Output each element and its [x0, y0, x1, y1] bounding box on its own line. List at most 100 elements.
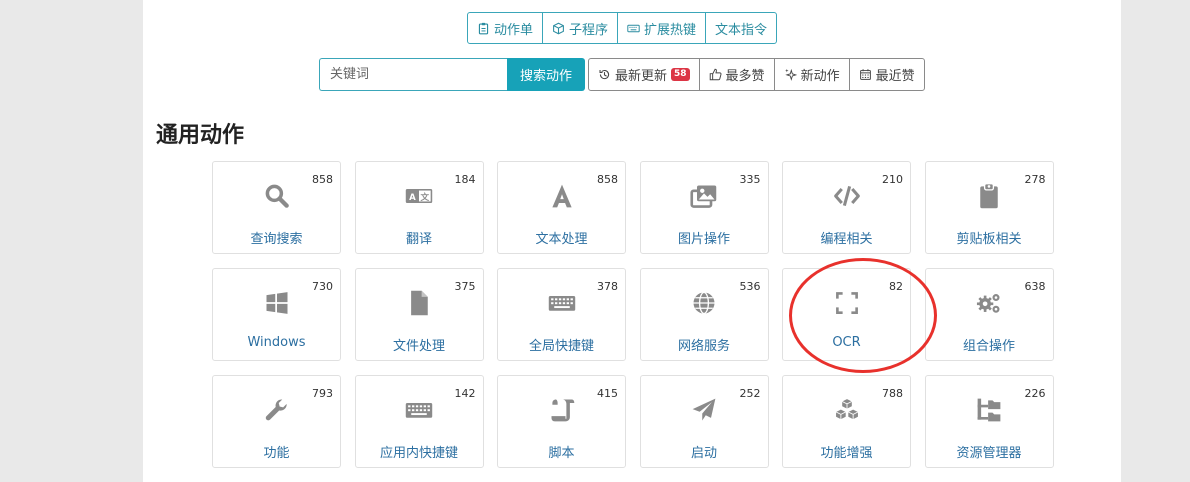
category-card-in-app-hotkeys[interactable]: 142 应用内快捷键: [354, 375, 484, 468]
category-card-text-processing[interactable]: 858 文本处理: [497, 161, 626, 254]
sort-filter-group: 最新更新 58 最多赞 新动作 最近赞: [588, 58, 925, 91]
filter-latest-updates[interactable]: 最新更新 58: [589, 59, 700, 90]
filter-label: 新动作: [800, 69, 840, 84]
category-card-windows[interactable]: 730 Windows: [212, 268, 341, 361]
category-label: 网络服务: [677, 339, 730, 354]
clipboard-icon: [478, 22, 489, 34]
font-icon: [547, 181, 577, 211]
action-count: 788: [882, 387, 903, 400]
category-label: 图片操作: [677, 232, 730, 247]
filter-label: 最多赞: [725, 69, 765, 84]
tab-text-commands[interactable]: 文本指令: [706, 13, 776, 43]
tab-action-list[interactable]: 动作单: [468, 13, 544, 43]
category-card-functions[interactable]: 793 功能: [212, 375, 341, 468]
search-input[interactable]: [319, 58, 507, 91]
category-card-scripts[interactable]: 415 脚本: [497, 375, 626, 468]
category-label: 应用内快捷键: [379, 446, 458, 461]
keyboard-icon: [547, 288, 577, 318]
tab-extended-hotkeys[interactable]: 扩展热键: [618, 13, 707, 43]
category-label: 功能增强: [820, 446, 873, 461]
action-count: 210: [882, 173, 903, 186]
action-count: 375: [454, 280, 476, 293]
category-card-combined-operations[interactable]: 638 组合操作: [924, 268, 1054, 361]
calendar-icon: [859, 69, 871, 80]
category-label: OCR: [832, 335, 861, 350]
page: 动作单 子程序 扩展热键 文本指令 搜索动作 最新更新 58 最多赞 新动作: [143, 0, 1121, 482]
category-tabs: 动作单 子程序 扩展热键 文本指令: [467, 12, 778, 44]
action-count: 536: [739, 280, 761, 293]
action-category-grid: 858 查询搜索 184 A文 翻译 858 文本处理 335 图片操作 210…: [212, 161, 1054, 482]
search-button[interactable]: 搜索动作: [507, 58, 585, 91]
cube-icon: [553, 22, 564, 34]
action-count: 730: [312, 280, 333, 293]
category-card-translate[interactable]: 184 A文 翻译: [354, 161, 484, 254]
action-count: 226: [1024, 387, 1046, 400]
keyboard-icon: [627, 24, 640, 32]
paper-plane-icon: [689, 395, 719, 425]
action-count: 793: [312, 387, 333, 400]
category-card-image-operations[interactable]: 335 图片操作: [639, 161, 769, 254]
action-count: 142: [454, 387, 476, 400]
category-card-launch[interactable]: 252 启动: [639, 375, 769, 468]
category-label: 翻译: [405, 232, 432, 247]
category-card-network-services[interactable]: 536 网络服务: [639, 268, 769, 361]
gears-icon: [974, 288, 1004, 318]
action-count: 335: [739, 173, 761, 186]
action-count: 184: [454, 173, 476, 186]
category-label: 脚本: [548, 446, 575, 461]
svg-text:A: A: [409, 193, 416, 203]
file-icon: [404, 288, 434, 318]
scroll-icon: [547, 395, 577, 425]
category-card-global-hotkeys[interactable]: 378 全局快捷键: [497, 268, 626, 361]
category-label: 文件处理: [392, 339, 445, 354]
category-card-programming[interactable]: 210 编程相关: [782, 161, 911, 254]
category-card-enhancements[interactable]: 788 功能增强: [782, 375, 911, 468]
tab-label: 扩展热键: [644, 22, 697, 38]
category-label: 编程相关: [820, 232, 873, 247]
search-icon: [262, 181, 292, 211]
tab-label: 动作单: [494, 22, 534, 38]
svg-text:文: 文: [421, 191, 430, 203]
code-icon: [832, 181, 862, 211]
filter-most-liked[interactable]: 最多赞: [700, 59, 775, 90]
category-label: 文本处理: [535, 232, 588, 247]
category-card-ocr[interactable]: 82 OCR: [782, 268, 911, 361]
keyboard-icon: [404, 395, 434, 425]
translate-icon: A文: [404, 181, 434, 211]
action-count: 252: [739, 387, 761, 400]
tab-label: 文本指令: [715, 22, 768, 38]
tab-label: 子程序: [569, 22, 609, 38]
section-title: 通用动作: [156, 123, 245, 148]
action-count: 858: [597, 173, 618, 186]
history-icon: [599, 69, 610, 80]
filter-label: 最新更新: [615, 69, 668, 84]
action-count: 82: [889, 280, 903, 293]
category-label: 剪贴板相关: [956, 232, 1022, 247]
cubes-icon: [832, 395, 862, 425]
category-label: 启动: [690, 446, 717, 461]
action-count: 415: [597, 387, 618, 400]
category-label: 组合操作: [962, 339, 1015, 354]
action-count: 378: [597, 280, 618, 293]
category-label: 资源管理器: [956, 446, 1022, 461]
category-label: Windows: [247, 335, 306, 350]
new-count-badge: 58: [671, 68, 690, 81]
wrench-icon: [262, 395, 292, 425]
windows-icon: [262, 288, 292, 318]
thumbs-up-icon: [709, 68, 722, 81]
filter-label: 最近赞: [875, 69, 915, 84]
tab-subroutine[interactable]: 子程序: [543, 13, 619, 43]
clipboard-icon: [974, 181, 1004, 211]
category-card-search[interactable]: 858 查询搜索: [212, 161, 341, 254]
category-label: 查询搜索: [250, 232, 303, 247]
images-icon: [689, 181, 719, 211]
category-card-file-explorer[interactable]: 226 资源管理器: [924, 375, 1054, 468]
filter-new-actions[interactable]: 新动作: [775, 59, 850, 90]
globe-icon: [689, 288, 719, 318]
action-count: 638: [1024, 280, 1046, 293]
action-count: 278: [1024, 173, 1046, 186]
scan-frame-icon: [832, 288, 862, 318]
filter-recently-liked[interactable]: 最近赞: [850, 59, 924, 90]
category-card-clipboard[interactable]: 278 剪贴板相关: [924, 161, 1054, 254]
category-card-file-processing[interactable]: 375 文件处理: [354, 268, 484, 361]
